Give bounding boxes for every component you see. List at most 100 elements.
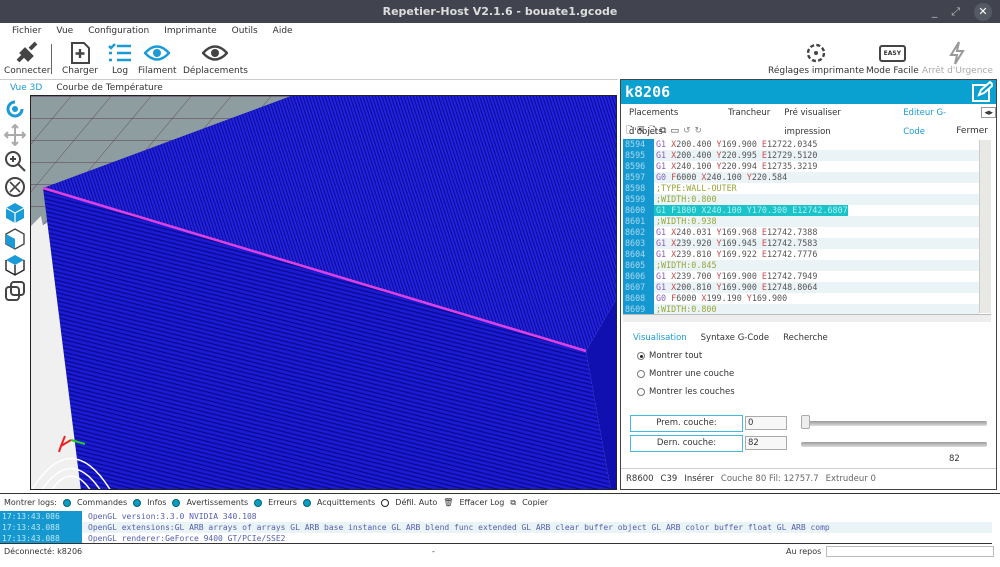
- commands-toggle[interactable]: [62, 498, 71, 507]
- zoom-icon[interactable]: [0, 149, 30, 173]
- edit-icon[interactable]: [971, 80, 995, 110]
- code-line[interactable]: 8605 ;WIDTH:0.845: [623, 260, 979, 271]
- close-editor-button[interactable]: Fermer: [956, 126, 988, 136]
- tab-print-preview[interactable]: Pré visualiser impression: [784, 104, 889, 137]
- code-line[interactable]: 8597 G0 F6000 X240.100 Y220.584: [623, 172, 979, 183]
- errors-toggle[interactable]: [254, 498, 263, 507]
- last-layer-slider[interactable]: [801, 442, 987, 447]
- tab-temperature-curve[interactable]: Courbe de Température: [56, 80, 162, 95]
- tab-3d-view[interactable]: Vue 3D: [10, 80, 42, 95]
- radio-dot: [637, 352, 645, 360]
- easy-mode-button[interactable]: EASY Mode Facile: [866, 40, 919, 76]
- minimize-button[interactable]: _: [932, 5, 938, 18]
- maximize-button[interactable]: ⤢: [951, 5, 960, 19]
- window-title: Repetier-Host V2.1.6 - bouate1.gcode: [382, 5, 618, 18]
- tab-visualisation[interactable]: Visualisation: [633, 330, 687, 346]
- menu-vue[interactable]: Vue: [56, 23, 73, 39]
- log-list[interactable]: 17:13:43.086 OpenGL version:3.3.0 NVIDIA …: [0, 511, 992, 544]
- clear-log-button[interactable]: Effacer Log: [459, 498, 504, 507]
- connect-button[interactable]: Connecter: [4, 40, 50, 76]
- moves-label: Déplacements: [183, 66, 248, 76]
- close-button[interactable]: ✕: [974, 2, 992, 21]
- code-line[interactable]: 8606 G1 X239.700 Y169.900 E12742.7949: [623, 271, 979, 282]
- code-vertical-scrollbar[interactable]: [979, 140, 991, 313]
- param-value: 169.900: [721, 271, 757, 281]
- code-line[interactable]: 8608 G0 F6000 X199.190 Y169.900: [623, 293, 979, 304]
- tab-slicer[interactable]: Trancheur: [728, 104, 770, 123]
- code-line[interactable]: 8602 G1 X240.031 Y169.968 E12742.7388: [623, 227, 979, 238]
- infos-toggle[interactable]: [133, 498, 142, 507]
- line-number: 8602: [623, 227, 654, 238]
- code-line[interactable]: 8601 ;WIDTH:0.938: [623, 216, 979, 227]
- warnings-toggle[interactable]: [172, 498, 181, 507]
- open-file-icon[interactable]: ⇱: [637, 126, 645, 136]
- menu-outils[interactable]: Outils: [232, 23, 258, 39]
- redo-icon[interactable]: ↻: [695, 126, 703, 136]
- code-horizontal-scrollbar[interactable]: [623, 314, 991, 322]
- status-extruder: Extrudeur 0: [825, 474, 876, 484]
- log-button[interactable]: Log: [108, 40, 132, 76]
- line-number: 8600: [623, 205, 654, 216]
- line-text: G1 X200.810 Y169.900 E12748.8064: [654, 282, 817, 293]
- 3d-view[interactable]: [30, 95, 617, 490]
- copy-icon[interactable]: ⧉: [510, 498, 516, 508]
- rotate-icon[interactable]: [0, 97, 30, 121]
- objects-icon[interactable]: [0, 279, 30, 303]
- cube-front-icon[interactable]: [0, 227, 30, 251]
- param-value: 240.100: [706, 205, 742, 215]
- menu-aide[interactable]: Aide: [273, 23, 293, 39]
- line-text: G1 X200.400 Y220.995 E12729.5120: [654, 150, 817, 161]
- tab-gcode-editor[interactable]: Editeur G-Code: [903, 104, 967, 137]
- tab-search[interactable]: Recherche: [783, 330, 828, 346]
- tab-gcode-syntax[interactable]: Syntaxe G-Code: [701, 330, 769, 346]
- code-line[interactable]: 8600 G1 F1800 X240.100 Y170.300 E12742.68…: [623, 205, 979, 216]
- fit-view-icon[interactable]: [0, 175, 30, 199]
- move-icon[interactable]: [0, 123, 30, 147]
- cube-top-icon[interactable]: [0, 201, 30, 225]
- param-value: 220.584: [751, 172, 788, 182]
- code-line[interactable]: 8596 G1 X240.100 Y220.994 E12735.3219: [623, 161, 979, 172]
- cube-side-icon[interactable]: [0, 253, 30, 277]
- code-line[interactable]: 8609 ;WIDTH:0.800: [623, 304, 979, 314]
- undo-icon[interactable]: ↺: [683, 126, 691, 136]
- printer-settings-button[interactable]: Réglages imprimante: [768, 40, 864, 76]
- line-number: 8596: [623, 161, 654, 172]
- first-layer-slider[interactable]: [801, 421, 987, 426]
- trash-icon[interactable]: 🗑: [443, 498, 453, 507]
- copy-icon[interactable]: ⧉: [660, 126, 666, 136]
- radio-dot: [637, 388, 645, 396]
- filament-button[interactable]: Filament: [138, 40, 177, 76]
- code-line[interactable]: 8603 G1 X239.920 Y169.945 E12742.7583: [623, 238, 979, 249]
- menu-fichier[interactable]: Fichier: [12, 23, 41, 39]
- radio-show-layers[interactable]: Montrer les couches: [637, 387, 735, 397]
- line-number: 8595: [623, 150, 654, 161]
- code-line[interactable]: 8607 G1 X200.810 Y169.900 E12748.8064: [623, 282, 979, 293]
- code-line[interactable]: 8604 G1 X239.810 Y169.922 E12742.7776: [623, 249, 979, 260]
- autoscroll-toggle[interactable]: [381, 498, 390, 507]
- moves-button[interactable]: Déplacements: [183, 40, 248, 76]
- param-value: 6000: [676, 293, 697, 303]
- first-layer-slider-handle[interactable]: [801, 415, 810, 429]
- command-token: G1: [656, 238, 667, 248]
- radio-show-one-layer[interactable]: Montrer une couche: [637, 369, 734, 379]
- save-icon[interactable]: ▭: [670, 126, 679, 136]
- code-line[interactable]: 8599 ;WIDTH:0.800: [623, 194, 979, 205]
- menu-configuration[interactable]: Configuration: [88, 23, 149, 39]
- menu-imprimante[interactable]: Imprimante: [164, 23, 216, 39]
- code-line[interactable]: 8598 ;TYPE:WALL-OUTER: [623, 183, 979, 194]
- radio-show-all[interactable]: Montrer tout: [637, 351, 702, 361]
- first-layer-spinner[interactable]: 0: [745, 416, 787, 430]
- slider-value: 82: [949, 454, 960, 464]
- load-button[interactable]: Charger: [62, 40, 98, 76]
- copy-log-button[interactable]: Copier: [522, 498, 548, 507]
- new-file-icon[interactable]: 🗋: [626, 123, 633, 139]
- emergency-stop-button[interactable]: Arrêt d'Urgence: [922, 40, 993, 76]
- param-value: 239.920: [676, 238, 712, 248]
- last-layer-spinner[interactable]: 82: [745, 436, 787, 450]
- tab-object-placement[interactable]: Placements d'objets: [629, 104, 714, 137]
- file-icon[interactable]: 🗋: [649, 123, 656, 139]
- gcode-editor[interactable]: 8594 G1 X200.400 Y169.900 E12722.0345 8595…: [623, 139, 979, 314]
- code-line[interactable]: 8595 G1 X200.400 Y220.995 E12729.5120: [623, 150, 979, 161]
- acks-toggle[interactable]: [302, 498, 311, 507]
- code-line[interactable]: 8594 G1 X200.400 Y169.900 E12722.0345: [623, 139, 979, 150]
